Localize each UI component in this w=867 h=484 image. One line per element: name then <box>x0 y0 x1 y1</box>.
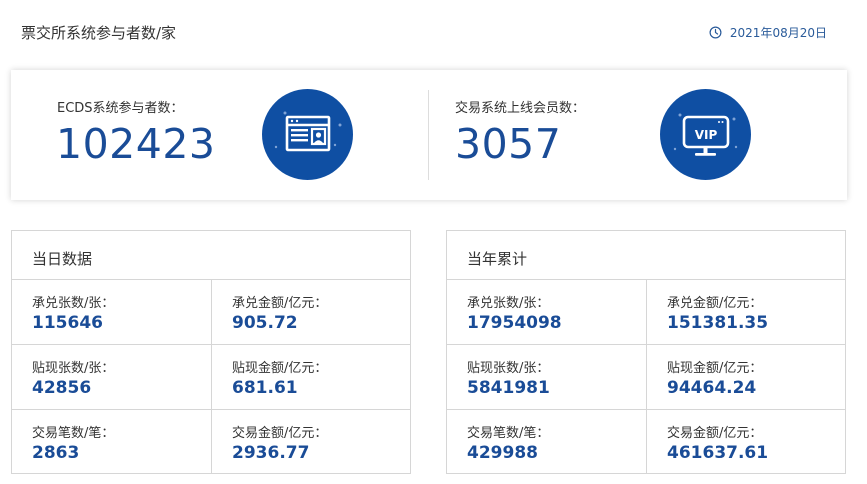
stat-value: 2863 <box>32 443 80 463</box>
stat-value: 5841981 <box>467 378 550 398</box>
yearly-trade-count: 交易笔数/笔： 429988 <box>447 410 647 475</box>
stat-value: 115646 <box>32 313 103 333</box>
stat-value: 2936.77 <box>232 443 310 463</box>
stat-value: 42856 <box>32 378 92 398</box>
yearly-panel-title: 当年累计 <box>467 250 528 268</box>
yearly-total-panel: 当年累计 承兑张数/张： 17954098 承兑金额/亿元： 151381.35… <box>446 230 846 474</box>
stat-label: 贴现金额/亿元： <box>667 361 763 376</box>
stat-label: 交易金额/亿元： <box>667 426 763 441</box>
daily-trade-amount: 交易金额/亿元： 2936.77 <box>212 410 412 475</box>
ecds-value: 102423 <box>56 120 216 168</box>
stat-label: 承兑张数/张： <box>32 296 115 311</box>
daily-discount-count: 贴现张数/张： 42856 <box>12 345 212 410</box>
stat-value: 461637.61 <box>667 443 769 463</box>
summary-card: ECDS系统参与者数： 102423 交易系统上线会员数： 3057 VIP <box>11 70 847 200</box>
daily-acceptance-count: 承兑张数/张： 115646 <box>12 280 212 345</box>
daily-panel-title: 当日数据 <box>32 250 93 268</box>
stat-label: 承兑金额/亿元： <box>667 296 763 311</box>
vip-text: VIP <box>695 128 718 142</box>
stat-value: 681.61 <box>232 378 298 398</box>
page-title: 票交所系统参与者数/家 <box>21 24 177 42</box>
stat-value: 905.72 <box>232 313 298 333</box>
yearly-acceptance-amount: 承兑金额/亿元： 151381.35 <box>647 280 847 345</box>
stat-label: 交易笔数/笔： <box>32 426 115 441</box>
stat-value: 94464.24 <box>667 378 757 398</box>
stat-label: 交易金额/亿元： <box>232 426 328 441</box>
date-display: 2021年08月20日 <box>709 24 827 41</box>
ecds-label: ECDS系统参与者数： <box>57 101 184 116</box>
members-label: 交易系统上线会员数： <box>455 101 586 116</box>
stat-label: 贴现张数/张： <box>467 361 550 376</box>
stat-value: 151381.35 <box>667 313 769 333</box>
browser-profile-icon <box>262 89 353 180</box>
stat-label: 贴现金额/亿元： <box>232 361 328 376</box>
stat-label: 贴现张数/张： <box>32 361 115 376</box>
date-text: 2021年08月20日 <box>729 26 827 40</box>
stat-value: 429988 <box>467 443 538 463</box>
active-members-stat: 交易系统上线会员数： 3057 VIP <box>429 70 847 200</box>
clock-icon <box>709 26 722 39</box>
daily-acceptance-amount: 承兑金额/亿元： 905.72 <box>212 280 412 345</box>
stat-label: 承兑张数/张： <box>467 296 550 311</box>
ecds-participants-stat: ECDS系统参与者数： 102423 <box>11 70 428 200</box>
yearly-trade-amount: 交易金额/亿元： 461637.61 <box>647 410 847 475</box>
daily-discount-amount: 贴现金额/亿元： 681.61 <box>212 345 412 410</box>
stat-value: 17954098 <box>467 313 562 333</box>
members-value: 3057 <box>455 120 562 168</box>
yearly-acceptance-count: 承兑张数/张： 17954098 <box>447 280 647 345</box>
yearly-discount-amount: 贴现金额/亿元： 94464.24 <box>647 345 847 410</box>
stat-label: 交易笔数/笔： <box>467 426 550 441</box>
vip-monitor-icon: VIP <box>660 89 751 180</box>
daily-data-panel: 当日数据 承兑张数/张： 115646 承兑金额/亿元： 905.72 贴现张数… <box>11 230 411 474</box>
yearly-discount-count: 贴现张数/张： 5841981 <box>447 345 647 410</box>
stat-label: 承兑金额/亿元： <box>232 296 328 311</box>
daily-trade-count: 交易笔数/笔： 2863 <box>12 410 212 475</box>
